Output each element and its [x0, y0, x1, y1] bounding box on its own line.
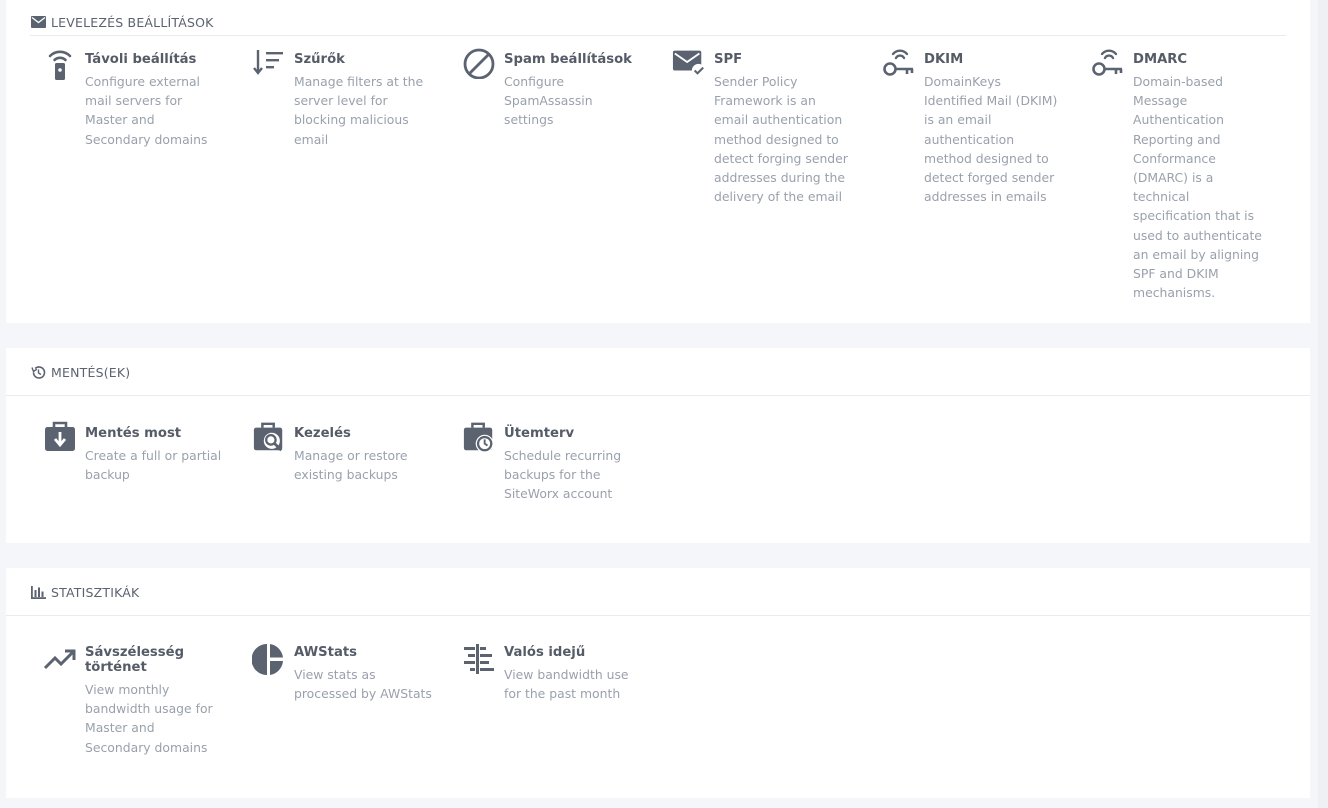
statistics-divider: [6, 615, 1310, 616]
awstats-desc: View stats as processed by AWStats: [294, 667, 432, 702]
key-wifi-icon: [1091, 45, 1125, 79]
backup-now-title[interactable]: Mentés most: [85, 426, 235, 441]
remote-setup-title[interactable]: Távoli beállítás: [85, 52, 235, 67]
briefcase-clock-icon: [462, 420, 496, 454]
remote-antenna-icon: [43, 45, 77, 80]
statistics-heading-text: STATISZTIKÁK: [51, 584, 140, 600]
filters-title[interactable]: Szűrők: [294, 52, 444, 67]
dmarc-desc: Domain-based Message Authentication Repo…: [1133, 74, 1262, 301]
statistics-heading: STATISZTIKÁK: [6, 583, 139, 601]
mail-settings-panel: LEVELEZÉS BEÁLLÍTÁSOK Távoli beállítás C…: [6, 0, 1310, 323]
backups-panel: MENTÉS(EK) Mentés most Create a full or …: [6, 348, 1310, 543]
sort-filter-icon: [252, 45, 286, 79]
history-icon: [30, 364, 46, 380]
mail-settings-divider: [30, 35, 1286, 36]
mail-settings-heading: LEVELEZÉS BEÁLLÍTÁSOK: [6, 13, 214, 31]
backups-heading: MENTÉS(EK): [6, 363, 130, 381]
manage-backups-title[interactable]: Kezelés: [294, 426, 444, 441]
realtime-title[interactable]: Valós idejű: [504, 645, 654, 660]
spf-title[interactable]: SPF: [714, 52, 864, 67]
realtime-desc: View bandwidth use for the past month: [504, 667, 629, 702]
manage-backups-desc: Manage or restore existing backups: [294, 448, 408, 483]
envelope-icon: [30, 14, 46, 30]
pie-chart-icon: [252, 644, 286, 678]
block-icon: [462, 45, 496, 79]
dkim-title[interactable]: DKIM: [924, 52, 1074, 67]
spam-settings-title[interactable]: Spam beállítások: [504, 52, 654, 67]
backups-divider: [6, 395, 1310, 396]
dkim-desc: DomainKeys Identified Mail (DKIM) is an …: [924, 74, 1058, 205]
mail-check-icon: [672, 45, 706, 79]
bandwidth-history-title[interactable]: Sávszélesség történet: [85, 645, 205, 675]
briefcase-search-icon: [252, 420, 286, 454]
briefcase-download-icon: [43, 420, 77, 454]
statistics-panel: STATISZTIKÁK Sávszélesség történet View …: [6, 568, 1310, 798]
trending-up-icon: [43, 644, 77, 678]
remote-setup-desc: Configure external mail servers for Mast…: [85, 74, 208, 147]
timeline-bars-icon: [462, 644, 496, 678]
schedule-title[interactable]: Ütemterv: [504, 426, 654, 441]
backups-heading-text: MENTÉS(EK): [51, 364, 131, 380]
bandwidth-history-desc: View monthly bandwidth usage for Master …: [85, 682, 213, 755]
bar-chart-icon: [30, 584, 46, 600]
dmarc-title[interactable]: DMARC: [1133, 52, 1283, 67]
spam-settings-desc: Configure SpamAssassin settings: [504, 74, 593, 128]
mail-settings-heading-text: LEVELEZÉS BEÁLLÍTÁSOK: [51, 14, 214, 30]
schedule-desc: Schedule recurring backups for the SiteW…: [504, 448, 622, 502]
awstats-title[interactable]: AWStats: [294, 645, 444, 660]
spf-desc: Sender Policy Framework is an email auth…: [714, 74, 848, 205]
key-wifi-icon: [882, 45, 916, 79]
backup-now-desc: Create a full or partial backup: [85, 448, 222, 483]
page-scrollbar[interactable]: [1318, 0, 1328, 808]
filters-desc: Manage filters at the server level for b…: [294, 74, 424, 147]
